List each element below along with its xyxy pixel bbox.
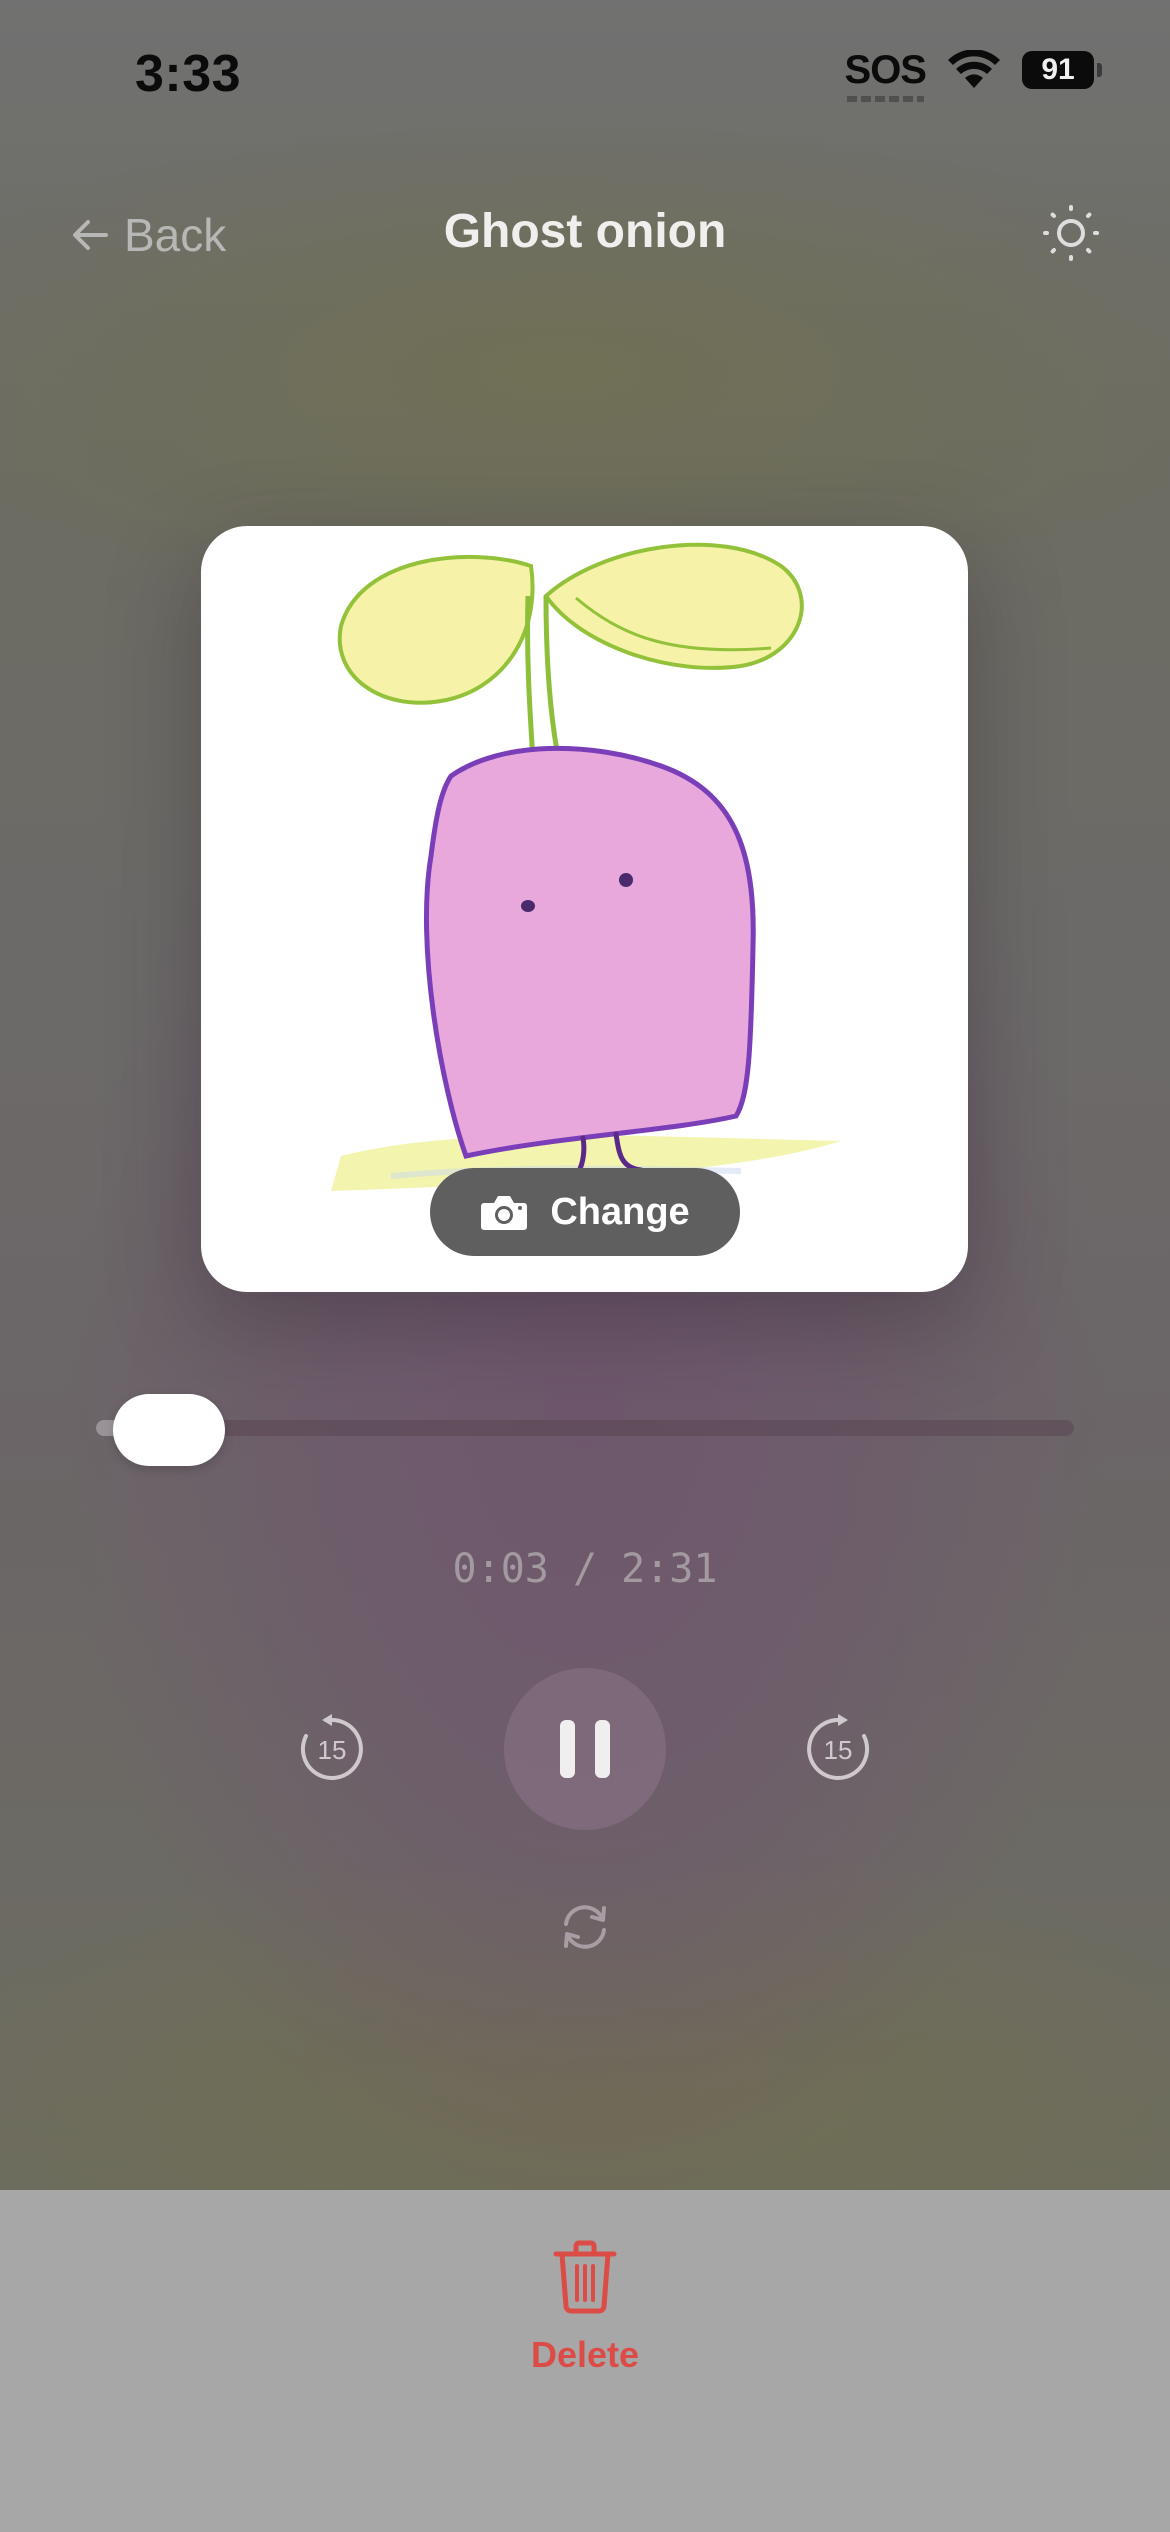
sun-icon[interactable] <box>1042 204 1100 262</box>
repeat-icon[interactable] <box>556 1898 614 1956</box>
change-photo-button[interactable]: Change <box>430 1168 740 1256</box>
playback-thumb[interactable] <box>113 1394 225 1466</box>
skip-back-15-icon[interactable]: 15 <box>295 1712 369 1786</box>
pause-button[interactable] <box>504 1668 666 1830</box>
playback-track[interactable] <box>96 1420 1074 1436</box>
camera-icon <box>481 1196 528 1230</box>
wifi-icon <box>948 50 1000 88</box>
battery-icon: 91 <box>1022 51 1102 89</box>
trash-icon[interactable] <box>552 2240 618 2314</box>
battery-level: 91 <box>1041 53 1075 86</box>
skip-forward-seconds: 15 <box>824 1735 853 1765</box>
change-label: Change <box>550 1190 690 1233</box>
status-right: SOS 91 <box>844 48 1102 102</box>
skip-forward-15-icon[interactable]: 15 <box>801 1712 875 1786</box>
sos-indicator: SOS <box>844 48 927 102</box>
pause-icon-bar-right <box>595 1720 610 1778</box>
skip-back-seconds: 15 <box>318 1735 347 1765</box>
pause-icon-bar-left <box>560 1720 575 1778</box>
delete-button[interactable]: Delete <box>0 2334 1170 2376</box>
page-title: Ghost onion <box>443 205 727 258</box>
time-readout: 0:03 / 2:31 <box>452 1546 718 1592</box>
status-time: 3:33 <box>135 45 242 103</box>
